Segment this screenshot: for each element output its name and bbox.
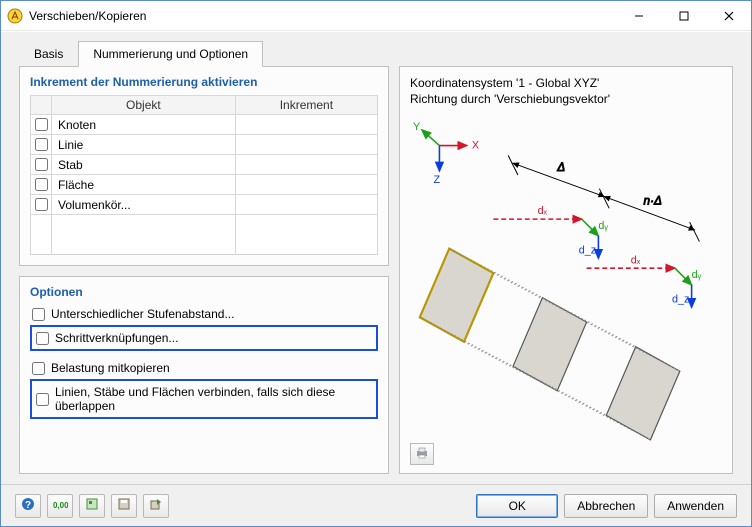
delta-arrows-2: dₓ dᵧ d_z xyxy=(587,255,702,308)
settings-button[interactable] xyxy=(79,494,105,518)
units-button[interactable]: 0,00 xyxy=(47,494,73,518)
row-label[interactable]: Knoten xyxy=(52,115,236,135)
settings-icon xyxy=(85,497,99,514)
ok-button[interactable]: OK xyxy=(476,494,558,518)
row-label[interactable]: Stab xyxy=(52,155,236,175)
axis-gizmo: X Y Z xyxy=(413,121,479,186)
option-copy-loads: Belastung mitkopieren xyxy=(30,359,378,377)
preview-text: Koordinatensystem '1 - Global XYZ' Richt… xyxy=(410,75,724,107)
highlight-connect: Linien, Stäbe und Flächen verbinden, fal… xyxy=(30,379,378,419)
copy-shape-1 xyxy=(513,298,587,391)
table-row: Linie xyxy=(31,135,378,155)
preview-line1: Koordinatensystem '1 - Global XYZ' xyxy=(410,76,599,90)
dz-label-1: d_z xyxy=(579,245,596,257)
svg-text:0,00: 0,00 xyxy=(53,501,68,510)
printer-icon xyxy=(415,446,429,463)
highlight-step-links: Schrittverknüpfungen... xyxy=(30,325,378,351)
original-shape xyxy=(420,249,494,342)
help-button[interactable]: ? xyxy=(15,494,41,518)
row-check-stab[interactable] xyxy=(35,158,48,171)
dx-label-2: dₓ xyxy=(631,255,641,267)
load-config-button[interactable] xyxy=(143,494,169,518)
row-label[interactable]: Linie xyxy=(52,135,236,155)
ndelta-label: n·Δ xyxy=(644,195,662,208)
col-check xyxy=(31,96,52,115)
increment-table: Objekt Inkrement Knoten Linie xyxy=(30,95,378,255)
table-row: Knoten xyxy=(31,115,378,135)
dy-label-1: dᵧ xyxy=(598,220,608,232)
minimize-button[interactable] xyxy=(616,1,661,31)
row-increment[interactable] xyxy=(235,195,377,215)
svg-text:?: ? xyxy=(25,500,31,511)
tab-basis[interactable]: Basis xyxy=(19,41,78,67)
option-connect-overlap: Linien, Stäbe und Flächen verbinden, fal… xyxy=(34,383,374,415)
content-area: Basis Nummerierung und Optionen Inkremen… xyxy=(1,31,751,484)
titlebar: Verschieben/Kopieren xyxy=(1,1,751,31)
load-icon xyxy=(149,497,163,514)
save-config-button[interactable] xyxy=(111,494,137,518)
dx-label-1: dₓ xyxy=(538,206,548,218)
row-increment[interactable] xyxy=(235,155,377,175)
window-title: Verschieben/Kopieren xyxy=(29,9,616,23)
row-label[interactable]: Fläche xyxy=(52,175,236,195)
right-panel: Koordinatensystem '1 - Global XYZ' Richt… xyxy=(399,66,733,474)
tab-numbering[interactable]: Nummerierung und Optionen xyxy=(78,41,263,67)
option-label: Linien, Stäbe und Flächen verbinden, fal… xyxy=(55,385,374,413)
dz-label-2: d_z xyxy=(672,294,689,306)
increment-group-title: Inkrement der Nummerierung aktivieren xyxy=(30,75,378,89)
dialog-window: Verschieben/Kopieren Basis Nummerierung … xyxy=(0,0,752,527)
options-group: Optionen Unterschiedlicher Stufenabstand… xyxy=(19,276,389,474)
options-group-title: Optionen xyxy=(30,285,378,299)
option-label: Schrittverknüpfungen... xyxy=(55,331,178,345)
app-icon xyxy=(7,8,23,24)
copy-shape-2 xyxy=(606,347,680,440)
preview-diagram: X Y Z Δ n·Δ xyxy=(410,113,724,443)
table-row: Fläche xyxy=(31,175,378,195)
row-check-volumen[interactable] xyxy=(35,198,48,211)
units-icon: 0,00 xyxy=(52,497,68,514)
check-step-links[interactable] xyxy=(36,332,49,345)
row-check-linie[interactable] xyxy=(35,138,48,151)
col-increment: Inkrement xyxy=(235,96,377,115)
dialog-body: Inkrement der Nummerierung aktivieren Ob… xyxy=(1,66,751,484)
check-step-distance[interactable] xyxy=(32,308,45,321)
preview-print-button[interactable] xyxy=(410,443,434,465)
preview-line2: Richtung durch 'Verschiebungsvektor' xyxy=(410,92,610,106)
dy-label-2: dᵧ xyxy=(692,269,702,281)
col-object: Objekt xyxy=(52,96,236,115)
row-increment[interactable] xyxy=(235,175,377,195)
row-check-flaeche[interactable] xyxy=(35,178,48,191)
option-step-distance: Unterschiedlicher Stufenabstand... xyxy=(30,305,378,323)
row-increment[interactable] xyxy=(235,135,377,155)
axis-z-label: Z xyxy=(434,174,441,186)
maximize-button[interactable] xyxy=(661,1,706,31)
option-label: Belastung mitkopieren xyxy=(51,361,170,375)
help-icon: ? xyxy=(21,497,35,514)
row-label[interactable]: Volumenkör... xyxy=(52,195,236,215)
table-row: Volumenkör... xyxy=(31,195,378,215)
option-step-links: Schrittverknüpfungen... xyxy=(34,329,374,347)
increment-group: Inkrement der Nummerierung aktivieren Ob… xyxy=(19,66,389,266)
row-increment[interactable] xyxy=(235,115,377,135)
row-check-knoten[interactable] xyxy=(35,118,48,131)
save-icon xyxy=(117,497,131,514)
option-label: Unterschiedlicher Stufenabstand... xyxy=(51,307,234,321)
table-header-row: Objekt Inkrement xyxy=(31,96,378,115)
delta-arrows-1: dₓ dᵧ d_z xyxy=(493,206,608,259)
preview-group: Koordinatensystem '1 - Global XYZ' Richt… xyxy=(399,66,733,474)
dialog-footer: ? 0,00 OK Abbrechen Anwenden xyxy=(1,484,751,526)
table-row: Stab xyxy=(31,155,378,175)
axis-y-label: Y xyxy=(413,121,420,133)
tab-bar: Basis Nummerierung und Optionen xyxy=(1,32,751,66)
apply-button[interactable]: Anwenden xyxy=(654,494,737,518)
axis-x-label: X xyxy=(472,140,479,152)
close-button[interactable] xyxy=(706,1,751,31)
delta-label: Δ xyxy=(556,161,565,174)
left-panel: Inkrement der Nummerierung aktivieren Ob… xyxy=(19,66,389,474)
cancel-button[interactable]: Abbrechen xyxy=(564,494,648,518)
check-connect-overlap[interactable] xyxy=(36,393,49,406)
check-copy-loads[interactable] xyxy=(32,362,45,375)
